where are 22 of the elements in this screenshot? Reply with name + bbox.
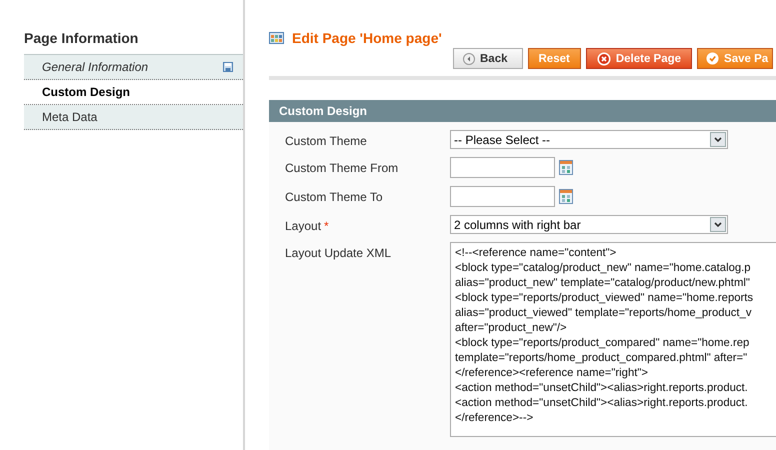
field-label: Layout Update XML xyxy=(285,245,392,260)
field-label: Custom Theme To xyxy=(285,189,384,204)
grid-icon xyxy=(269,32,284,44)
checkmark-icon xyxy=(706,52,720,65)
date-field[interactable] xyxy=(450,186,555,207)
delete-icon xyxy=(596,52,611,66)
field-label: Layout * xyxy=(285,218,330,233)
calendar-icon[interactable] xyxy=(559,189,573,204)
field-label: Custom Theme From xyxy=(285,160,400,175)
sidebar-title: Page Information xyxy=(24,30,140,46)
calendar-icon[interactable] xyxy=(559,160,573,175)
select-field[interactable]: -- Please Select -- xyxy=(450,130,728,149)
section-header: Custom Design xyxy=(269,100,776,122)
back-button[interactable]: Back xyxy=(453,48,522,69)
select-field[interactable]: 2 columns with right bar xyxy=(450,215,728,234)
date-field[interactable] xyxy=(450,157,555,178)
page-title: Edit Page 'Home page' xyxy=(292,30,442,46)
sidebar-tab[interactable]: General Information xyxy=(24,55,243,80)
required-mark: * xyxy=(324,219,329,233)
sidebar-tab[interactable]: Meta Data xyxy=(24,105,243,130)
xml-text-area[interactable]: <!--<reference name="content"> <block type="catalog/product_new" name="home.catalog.p alias="product_new" template="catalog/product/new.phtml" <block type="reports/product_viewed" name="home.reports alias="product_viewed" template="reports/home_product_v after="product_new"/> <block type="reports/product_compared" name="home.rep template="reports/home_product_compared.phtml" after=" </reference><reference name="right"> <action method="unsetChild"><alias>right.reports.product. <action method="unsetChild"><alias>right.reports.product. </reference>--> xyxy=(450,242,776,437)
field-label: Custom Theme xyxy=(285,133,368,148)
